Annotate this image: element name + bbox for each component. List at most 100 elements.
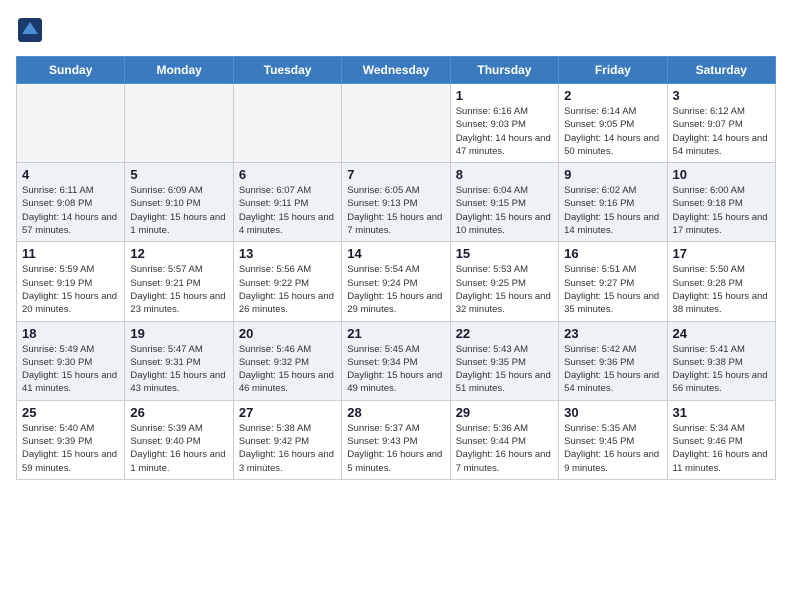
day-number: 20: [239, 326, 336, 341]
day-number: 30: [564, 405, 661, 420]
day-number: 12: [130, 246, 227, 261]
day-number: 2: [564, 88, 661, 103]
day-number: 22: [456, 326, 553, 341]
cal-cell: 27 Sunrise: 5:38 AM Sunset: 9:42 PM Dayli…: [233, 400, 341, 479]
week-row-4: 18Sunrise: 5:49 AM Sunset: 9:30 PM Dayli…: [17, 321, 776, 400]
cal-cell: 4 Sunrise: 6:11 AM Sunset: 9:08 PM Daylig…: [17, 163, 125, 242]
day-number: 11: [22, 246, 119, 261]
day-header-row: SundayMondayTuesdayWednesdayThursdayFrid…: [17, 57, 776, 84]
cal-cell: 15Sunrise: 5:53 AM Sunset: 9:25 PM Dayli…: [450, 242, 558, 321]
day-number: 29: [456, 405, 553, 420]
cell-info: Sunrise: 5:53 AM Sunset: 9:25 PM Dayligh…: [456, 263, 553, 316]
day-number: 17: [673, 246, 770, 261]
cal-cell: 19 Sunrise: 5:47 AM Sunset: 9:31 PM Dayli…: [125, 321, 233, 400]
day-number: 27: [239, 405, 336, 420]
day-number: 16: [564, 246, 661, 261]
day-header-wednesday: Wednesday: [342, 57, 450, 84]
day-number: 10: [673, 167, 770, 182]
cell-info: Sunrise: 5:34 AM Sunset: 9:46 PM Dayligh…: [673, 422, 770, 475]
cal-cell: 7 Sunrise: 6:05 AM Sunset: 9:13 PM Daylig…: [342, 163, 450, 242]
cell-info: Sunrise: 5:35 AM Sunset: 9:45 PM Dayligh…: [564, 422, 661, 475]
cal-cell: 2Sunrise: 6:14 AM Sunset: 9:05 PM Daylig…: [559, 84, 667, 163]
cell-info: Sunrise: 5:59 AM Sunset: 9:19 PM Dayligh…: [22, 263, 119, 316]
cell-info: Sunrise: 5:49 AM Sunset: 9:30 PM Dayligh…: [22, 343, 119, 396]
day-number: 31: [673, 405, 770, 420]
calendar-body: 1 Sunrise: 6:16 AM Sunset: 9:03 PM Daylig…: [17, 84, 776, 480]
day-number: 4: [22, 167, 119, 182]
day-header-saturday: Saturday: [667, 57, 775, 84]
cell-info: Sunrise: 6:07 AM Sunset: 9:11 PM Dayligh…: [239, 184, 336, 237]
cell-info: Sunrise: 5:50 AM Sunset: 9:28 PM Dayligh…: [673, 263, 770, 316]
cell-info: Sunrise: 5:51 AM Sunset: 9:27 PM Dayligh…: [564, 263, 661, 316]
cal-cell: 24 Sunrise: 5:41 AM Sunset: 9:38 PM Dayli…: [667, 321, 775, 400]
day-number: 6: [239, 167, 336, 182]
cal-cell: 8 Sunrise: 6:04 AM Sunset: 9:15 PM Daylig…: [450, 163, 558, 242]
logo-icon: [16, 16, 44, 44]
cell-info: Sunrise: 6:12 AM Sunset: 9:07 PM Dayligh…: [673, 105, 770, 158]
week-row-3: 11 Sunrise: 5:59 AM Sunset: 9:19 PM Dayli…: [17, 242, 776, 321]
week-row-1: 1 Sunrise: 6:16 AM Sunset: 9:03 PM Daylig…: [17, 84, 776, 163]
cell-info: Sunrise: 5:46 AM Sunset: 9:32 PM Dayligh…: [239, 343, 336, 396]
cell-info: Sunrise: 6:05 AM Sunset: 9:13 PM Dayligh…: [347, 184, 444, 237]
cal-cell: [233, 84, 341, 163]
cal-cell: 31 Sunrise: 5:34 AM Sunset: 9:46 PM Dayli…: [667, 400, 775, 479]
calendar-table: SundayMondayTuesdayWednesdayThursdayFrid…: [16, 56, 776, 480]
day-number: 7: [347, 167, 444, 182]
cell-info: Sunrise: 5:41 AM Sunset: 9:38 PM Dayligh…: [673, 343, 770, 396]
cell-info: Sunrise: 5:37 AM Sunset: 9:43 PM Dayligh…: [347, 422, 444, 475]
cell-info: Sunrise: 5:47 AM Sunset: 9:31 PM Dayligh…: [130, 343, 227, 396]
cell-info: Sunrise: 6:11 AM Sunset: 9:08 PM Dayligh…: [22, 184, 119, 237]
cell-info: Sunrise: 6:02 AM Sunset: 9:16 PM Dayligh…: [564, 184, 661, 237]
cell-info: Sunrise: 6:16 AM Sunset: 9:03 PM Dayligh…: [456, 105, 553, 158]
day-header-thursday: Thursday: [450, 57, 558, 84]
cal-cell: 14 Sunrise: 5:54 AM Sunset: 9:24 PM Dayli…: [342, 242, 450, 321]
cal-cell: 10 Sunrise: 6:00 AM Sunset: 9:18 PM Dayli…: [667, 163, 775, 242]
cell-info: Sunrise: 6:04 AM Sunset: 9:15 PM Dayligh…: [456, 184, 553, 237]
day-header-friday: Friday: [559, 57, 667, 84]
cell-info: Sunrise: 5:54 AM Sunset: 9:24 PM Dayligh…: [347, 263, 444, 316]
day-number: 13: [239, 246, 336, 261]
cell-info: Sunrise: 6:00 AM Sunset: 9:18 PM Dayligh…: [673, 184, 770, 237]
cell-info: Sunrise: 5:45 AM Sunset: 9:34 PM Dayligh…: [347, 343, 444, 396]
day-number: 1: [456, 88, 553, 103]
cal-cell: 20 Sunrise: 5:46 AM Sunset: 9:32 PM Dayli…: [233, 321, 341, 400]
cal-cell: 29 Sunrise: 5:36 AM Sunset: 9:44 PM Dayli…: [450, 400, 558, 479]
week-row-5: 25 Sunrise: 5:40 AM Sunset: 9:39 PM Dayli…: [17, 400, 776, 479]
day-number: 21: [347, 326, 444, 341]
cell-info: Sunrise: 5:57 AM Sunset: 9:21 PM Dayligh…: [130, 263, 227, 316]
day-number: 3: [673, 88, 770, 103]
cell-info: Sunrise: 5:40 AM Sunset: 9:39 PM Dayligh…: [22, 422, 119, 475]
cal-cell: 16 Sunrise: 5:51 AM Sunset: 9:27 PM Dayli…: [559, 242, 667, 321]
cal-cell: [342, 84, 450, 163]
cal-cell: 22Sunrise: 5:43 AM Sunset: 9:35 PM Dayli…: [450, 321, 558, 400]
cal-cell: 11 Sunrise: 5:59 AM Sunset: 9:19 PM Dayli…: [17, 242, 125, 321]
cal-cell: 30 Sunrise: 5:35 AM Sunset: 9:45 PM Dayli…: [559, 400, 667, 479]
cell-info: Sunrise: 5:36 AM Sunset: 9:44 PM Dayligh…: [456, 422, 553, 475]
day-number: 19: [130, 326, 227, 341]
cal-cell: 3 Sunrise: 6:12 AM Sunset: 9:07 PM Daylig…: [667, 84, 775, 163]
day-number: 14: [347, 246, 444, 261]
cal-cell: [17, 84, 125, 163]
cell-info: Sunrise: 5:38 AM Sunset: 9:42 PM Dayligh…: [239, 422, 336, 475]
day-number: 5: [130, 167, 227, 182]
day-number: 23: [564, 326, 661, 341]
day-number: 24: [673, 326, 770, 341]
cell-info: Sunrise: 5:56 AM Sunset: 9:22 PM Dayligh…: [239, 263, 336, 316]
day-number: 25: [22, 405, 119, 420]
logo: [16, 16, 48, 44]
cal-cell: 12 Sunrise: 5:57 AM Sunset: 9:21 PM Dayli…: [125, 242, 233, 321]
cal-cell: 26 Sunrise: 5:39 AM Sunset: 9:40 PM Dayli…: [125, 400, 233, 479]
cal-cell: 23Sunrise: 5:42 AM Sunset: 9:36 PM Dayli…: [559, 321, 667, 400]
cal-cell: 28Sunrise: 5:37 AM Sunset: 9:43 PM Dayli…: [342, 400, 450, 479]
day-number: 26: [130, 405, 227, 420]
day-number: 8: [456, 167, 553, 182]
cell-info: Sunrise: 6:09 AM Sunset: 9:10 PM Dayligh…: [130, 184, 227, 237]
week-row-2: 4 Sunrise: 6:11 AM Sunset: 9:08 PM Daylig…: [17, 163, 776, 242]
day-number: 9: [564, 167, 661, 182]
cal-cell: 13 Sunrise: 5:56 AM Sunset: 9:22 PM Dayli…: [233, 242, 341, 321]
day-header-tuesday: Tuesday: [233, 57, 341, 84]
cal-cell: 9 Sunrise: 6:02 AM Sunset: 9:16 PM Daylig…: [559, 163, 667, 242]
day-header-monday: Monday: [125, 57, 233, 84]
cell-info: Sunrise: 5:39 AM Sunset: 9:40 PM Dayligh…: [130, 422, 227, 475]
day-header-sunday: Sunday: [17, 57, 125, 84]
